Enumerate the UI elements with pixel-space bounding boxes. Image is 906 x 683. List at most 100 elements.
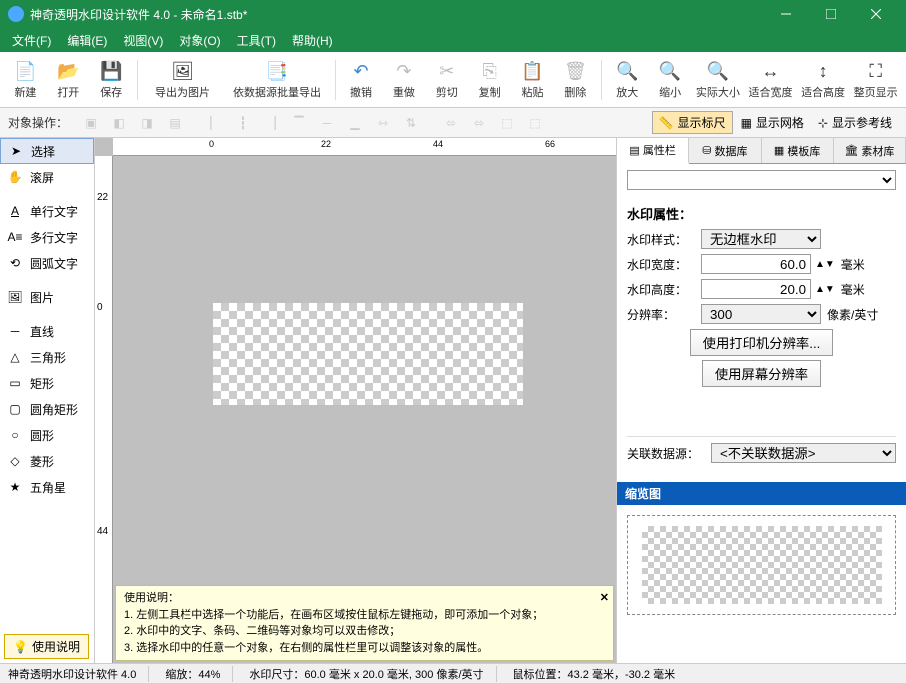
group-icon[interactable]: ⬚ [494, 111, 520, 135]
show-grid-toggle[interactable]: ▦显示网格 [735, 112, 810, 133]
open-button[interactable]: 📂打开 [47, 55, 90, 105]
new-icon: 📄 [13, 60, 37, 84]
layer-up-icon[interactable]: ◧ [106, 111, 132, 135]
distribute-v-icon[interactable]: ⇅ [398, 111, 424, 135]
minimize-button[interactable] [763, 0, 808, 28]
align-right-icon[interactable]: ▕ [258, 111, 284, 135]
tool-triangle[interactable]: △三角形 [0, 344, 94, 370]
tool-image[interactable]: 🖼图片 [0, 284, 94, 310]
assets-icon: 🏛 [844, 144, 858, 157]
tab-properties[interactable]: ▤属性栏 [617, 138, 689, 164]
align-bottom-icon[interactable]: ▁ [342, 111, 368, 135]
batch-export-button[interactable]: 📑依数据源批量导出 [223, 55, 330, 105]
export-image-button[interactable]: 🖼导出为图片 [142, 55, 224, 105]
dpi-select[interactable]: 300 [701, 304, 821, 324]
same-width-icon[interactable]: ⬄ [438, 111, 464, 135]
menu-help[interactable]: 帮助(H) [284, 30, 341, 51]
show-guides-toggle[interactable]: ⊹显示参考线 [812, 112, 898, 133]
tool-star[interactable]: ★五角星 [0, 474, 94, 500]
style-select[interactable]: 无边框水印 [701, 229, 821, 249]
cut-button[interactable]: ✂剪切 [425, 55, 468, 105]
guides-icon: ⊹ [818, 116, 828, 130]
menu-view[interactable]: 视图(V) [115, 30, 171, 51]
copy-icon: ⎘ [478, 60, 502, 84]
dpi-label: 分辨率： [627, 306, 697, 323]
align-top-icon[interactable]: ▔ [286, 111, 312, 135]
undo-icon: ↶ [349, 60, 373, 84]
fit-width-button[interactable]: ↔适合宽度 [744, 55, 797, 105]
help-button[interactable]: 💡使用说明 [4, 634, 89, 659]
maximize-button[interactable] [808, 0, 853, 28]
delete-button[interactable]: 🗑删除 [554, 55, 597, 105]
new-button[interactable]: 📄新建 [4, 55, 47, 105]
app-icon [8, 6, 24, 22]
close-button[interactable] [853, 0, 898, 28]
hint-title: 使用说明： [124, 590, 605, 607]
undo-button[interactable]: ↶撤销 [340, 55, 383, 105]
menu-tools[interactable]: 工具(T) [229, 30, 284, 51]
roundrect-icon: ▢ [6, 400, 24, 418]
tool-diamond[interactable]: ◇菱形 [0, 448, 94, 474]
same-height-icon[interactable]: ⬄ [466, 111, 492, 135]
menu-file[interactable]: 文件(F) [4, 30, 59, 51]
tool-multi-text[interactable]: A≡多行文字 [0, 224, 94, 250]
ellipse-icon: ○ [6, 426, 24, 444]
align-center-v-icon[interactable]: ─ [314, 111, 340, 135]
diamond-icon: ◇ [6, 452, 24, 470]
hint-close-button[interactable]: ✕ [600, 590, 609, 607]
align-center-h-icon[interactable]: ┇ [230, 111, 256, 135]
window-title: 神奇透明水印设计软件 4.0 - 未命名1.stb* [30, 6, 763, 23]
paste-button[interactable]: 📋粘贴 [511, 55, 554, 105]
tab-database[interactable]: ⛁数据库 [689, 138, 761, 163]
menu-edit[interactable]: 编辑(E) [59, 30, 115, 51]
tool-ellipse[interactable]: ○圆形 [0, 422, 94, 448]
show-ruler-toggle[interactable]: 📏显示标尺 [652, 111, 733, 134]
redo-button[interactable]: ↷重做 [382, 55, 425, 105]
tool-select[interactable]: ➤选择 [0, 138, 94, 164]
save-button[interactable]: 💾保存 [90, 55, 133, 105]
datasource-select[interactable]: <不关联数据源> [711, 443, 896, 463]
workspace: ➤选择 ✋滚屏 A单行文字 A≡多行文字 ⟲圆弧文字 🖼图片 ─直线 △三角形 … [0, 138, 906, 663]
zoom-in-button[interactable]: 🔍放大 [606, 55, 649, 105]
use-printer-dpi-button[interactable]: 使用打印机分辨率... [690, 329, 834, 356]
fit-page-button[interactable]: ⛶整页显示 [849, 55, 902, 105]
fit-height-icon: ↕ [811, 60, 835, 84]
delete-icon: 🗑 [563, 60, 587, 84]
watermark-object[interactable] [213, 303, 523, 405]
hint-box: ✕ 使用说明： 1. 左侧工具栏中选择一个功能后，在画布区域按住鼠标左键拖动，即… [115, 585, 614, 661]
tool-line[interactable]: ─直线 [0, 318, 94, 344]
tool-pan[interactable]: ✋滚屏 [0, 164, 94, 190]
distribute-h-icon[interactable]: ⇿ [370, 111, 396, 135]
tool-roundrect[interactable]: ▢圆角矩形 [0, 396, 94, 422]
export-icon: 🖼 [171, 60, 195, 84]
paste-icon: 📋 [521, 60, 545, 84]
layer-back-icon[interactable]: ▤ [162, 111, 188, 135]
tool-single-text[interactable]: A单行文字 [0, 198, 94, 224]
zoom-out-button[interactable]: 🔍缩小 [649, 55, 692, 105]
object-toolbar: 对象操作： ▣ ◧ ◨ ▤ ▏ ┇ ▕ ▔ ─ ▁ ⇿ ⇅ ⬄ ⬄ ⬚ ⬚ 📏显… [0, 108, 906, 138]
arc-text-icon: ⟲ [6, 254, 24, 272]
line-icon: ─ [6, 322, 24, 340]
object-selector-dropdown[interactable] [627, 170, 896, 190]
ruler-vertical: 0 22 44 [95, 156, 113, 663]
use-screen-dpi-button[interactable]: 使用屏幕分辨率 [702, 360, 821, 387]
tool-rect[interactable]: ▭矩形 [0, 370, 94, 396]
tool-arc-text[interactable]: ⟲圆弧文字 [0, 250, 94, 276]
menu-object[interactable]: 对象(O) [171, 30, 228, 51]
width-input[interactable] [701, 254, 811, 274]
bulb-icon: 💡 [13, 640, 28, 654]
tab-assets[interactable]: 🏛素材库 [834, 138, 906, 163]
align-left-icon[interactable]: ▏ [202, 111, 228, 135]
ungroup-icon[interactable]: ⬚ [522, 111, 548, 135]
canvas[interactable] [113, 156, 616, 585]
actual-size-button[interactable]: 🔍实际大小 [692, 55, 745, 105]
layer-front-icon[interactable]: ▣ [78, 111, 104, 135]
fit-height-button[interactable]: ↕适合高度 [797, 55, 850, 105]
copy-button[interactable]: ⎘复制 [468, 55, 511, 105]
height-input[interactable] [701, 279, 811, 299]
style-label: 水印样式： [627, 231, 697, 248]
layer-down-icon[interactable]: ◨ [134, 111, 160, 135]
thumbnail-title: 缩览图 [617, 482, 906, 505]
redo-icon: ↷ [392, 60, 416, 84]
tab-templates[interactable]: ▦模板库 [762, 138, 834, 163]
